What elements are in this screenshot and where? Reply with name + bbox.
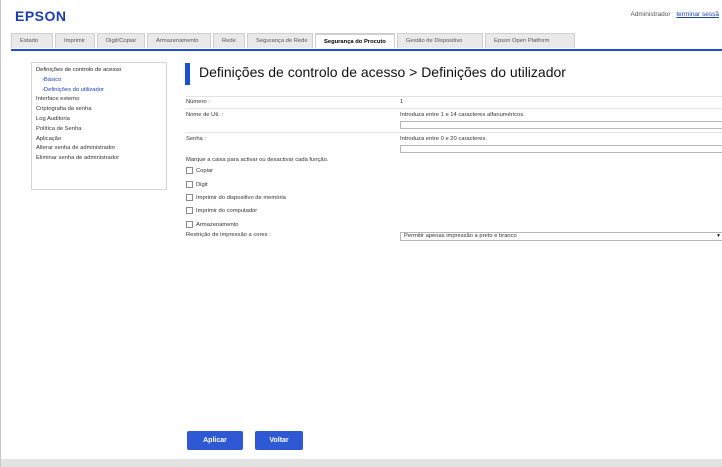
sidebar-item-delete-admin-password[interactable]: Eliminar senha de administrador: [36, 154, 162, 164]
tab-epson-open-platform[interactable]: Epson Open Platform: [485, 33, 575, 48]
storage-label: Armazenamento: [196, 221, 239, 228]
color-restriction-value: Permitir apenas impressão a preto e bran…: [404, 233, 517, 239]
number-label: Número :: [186, 99, 210, 105]
sidebar-item-password-policy[interactable]: Política de Senha: [36, 125, 162, 135]
color-restriction-label: Restrição de impressão a cores :: [186, 232, 271, 238]
tab-digit-copiar[interactable]: Digit/Copiar: [97, 33, 145, 48]
password-input[interactable]: [400, 145, 722, 153]
username-label: Nome de Uti. :: [186, 112, 224, 118]
sidebar-item-access-control[interactable]: Definições de controlo de acesso: [36, 66, 162, 76]
number-row: Número : 1: [186, 96, 722, 107]
page-title: Definições de controlo de acesso > Defin…: [199, 64, 566, 80]
password-hint: Introduza entre 0 e 20 caracteres.: [400, 136, 488, 142]
username-input[interactable]: [400, 121, 722, 129]
print-computer-label: Imprimir do computador: [196, 207, 258, 214]
bottom-strip: [1, 459, 722, 467]
copy-label: Copiar: [196, 167, 214, 174]
sidebar-item-audit-log[interactable]: Log Auditoria: [36, 115, 162, 125]
print-memory-checkbox[interactable]: [186, 194, 193, 201]
function-scan[interactable]: Digit: [186, 181, 208, 188]
function-storage[interactable]: Armazenamento: [186, 221, 239, 228]
tab-rede[interactable]: Rede: [213, 33, 245, 48]
print-computer-checkbox[interactable]: [186, 207, 193, 214]
user-box: Administrador terminar sessã: [630, 11, 719, 18]
tab-gestao-dispositivo[interactable]: Gestão de Dispositivo: [397, 33, 483, 48]
tab-armazenamento[interactable]: Armazenamento: [147, 33, 211, 48]
tab-seguranca-produto[interactable]: Segurança do Procuto: [315, 33, 395, 48]
username-hint: Introduza entre 1 e 14 caracteres alfanu…: [400, 112, 525, 118]
sidebar: Definições de controlo de acesso ›Básico…: [31, 62, 167, 190]
function-print-memory[interactable]: Imprimir do dispositivo de memória: [186, 194, 286, 201]
sidebar-item-password-encryption[interactable]: Criptografia da senha: [36, 105, 162, 115]
scan-label: Digit: [196, 181, 208, 188]
storage-checkbox[interactable]: [186, 221, 193, 228]
back-button[interactable]: Voltar: [255, 431, 303, 450]
scan-checkbox[interactable]: [186, 181, 193, 188]
tab-seguranca-rede[interactable]: Segurança de Rede: [247, 33, 313, 48]
sidebar-item-external-interface[interactable]: Interface externo: [36, 95, 162, 105]
epson-logo: EPSON: [15, 8, 67, 24]
sidebar-item-application[interactable]: Aplicação: [36, 135, 162, 145]
username-row: Nome de Uti. : Introduza entre 1 e 14 ca…: [186, 108, 722, 131]
tab-imprimir[interactable]: Imprimir: [55, 33, 95, 48]
dropdown-arrow-icon: ▼: [716, 233, 721, 239]
title-accent-bar: [185, 63, 190, 85]
function-copy[interactable]: Copiar: [186, 167, 213, 174]
logout-link[interactable]: terminar sessã: [676, 11, 719, 18]
copy-checkbox[interactable]: [186, 167, 193, 174]
color-restriction-select[interactable]: Permitir apenas impressão a preto e bran…: [400, 232, 722, 241]
sidebar-item-user-settings[interactable]: ›Definições do utilizador: [36, 86, 162, 96]
apply-button[interactable]: Aplicar: [187, 431, 243, 450]
number-value: 1: [400, 99, 404, 105]
sidebar-item-basic[interactable]: ›Básico: [36, 76, 162, 86]
functions-prompt: Marque a caixa para activar ou desactiva…: [186, 157, 329, 163]
page-frame: EPSON Administrador terminar sessã Estad…: [0, 0, 722, 467]
user-name: Administrador: [630, 11, 671, 18]
print-memory-label: Imprimir do dispositivo de memória: [196, 194, 286, 201]
header: EPSON Administrador terminar sessã: [1, 0, 722, 28]
sidebar-item-change-admin-password[interactable]: Alterar senha de administrador: [36, 144, 162, 154]
password-row: Senha : Introduza entre 0 e 20 caractere…: [186, 132, 722, 155]
main-tabs: Estado Imprimir Digit/Copiar Armazenamen…: [11, 33, 722, 51]
function-print-computer[interactable]: Imprimir do computador: [186, 207, 257, 214]
password-label: Senha :: [186, 136, 206, 142]
tab-estado[interactable]: Estado: [11, 33, 53, 48]
